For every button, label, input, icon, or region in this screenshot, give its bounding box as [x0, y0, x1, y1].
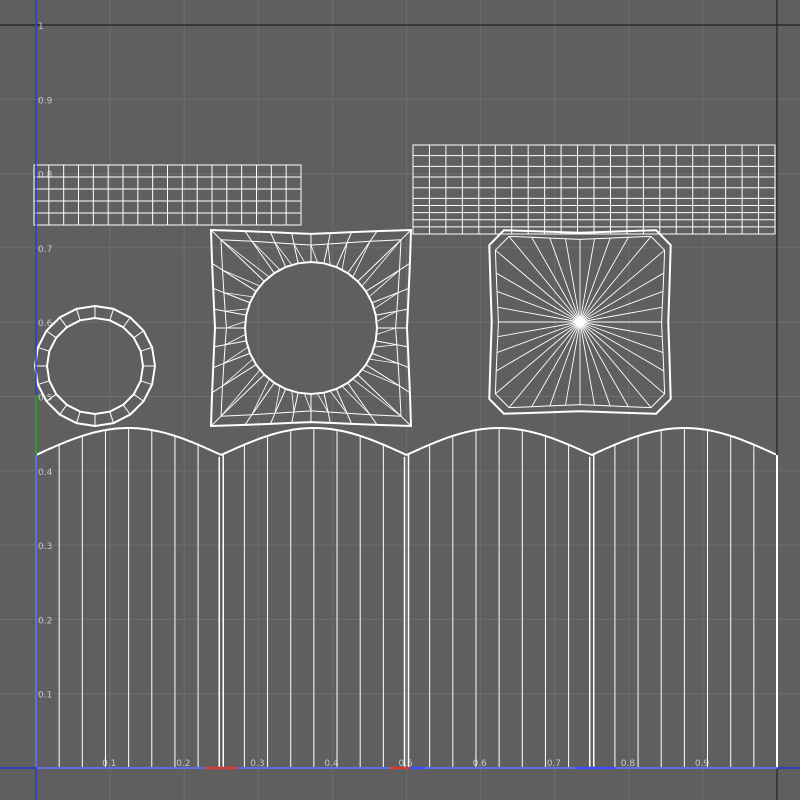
wire-edge	[212, 362, 225, 369]
wire-edge	[346, 231, 352, 243]
wire-edge	[274, 388, 287, 414]
uv-shell-grid-strip-large[interactable]	[412, 144, 776, 235]
wire-edge	[347, 382, 371, 416]
wire-edge	[365, 364, 400, 387]
uv-canvas[interactable]: 0.10.20.30.40.50.60.70.80.910.1 0.2 0.3 0.4…	[0, 0, 800, 800]
wire-edge	[211, 385, 223, 394]
uv-shells[interactable]	[33, 144, 778, 769]
wire-edge	[251, 382, 275, 416]
wire-edge	[399, 262, 411, 271]
wire-edge	[369, 230, 378, 242]
wire-edge	[211, 262, 223, 271]
wire-edge	[327, 411, 331, 424]
wire-edge	[347, 240, 371, 274]
wire-edge	[399, 385, 411, 394]
wire-edge	[75, 308, 81, 321]
wire-edge	[357, 374, 402, 417]
wire-edge	[122, 404, 131, 415]
wire-edge	[346, 413, 352, 425]
wire-edge	[368, 269, 400, 298]
wire-edge	[352, 378, 402, 417]
wire-edge	[327, 232, 331, 245]
ring-inner-edge	[45, 316, 144, 416]
uv-editor-viewport[interactable]: 0.1 0.2 0.3 0.4 0.5 0.6 0.7 0.8 0.9 1 0.1 0.2 0.3 0.4…	[0, 0, 800, 800]
ring-outer-edge	[33, 304, 156, 428]
v-tick-label: 1	[38, 22, 44, 32]
wire-edge	[37, 346, 50, 352]
wire-edge	[212, 287, 225, 294]
wire-edge	[222, 358, 254, 387]
hole-edge	[243, 260, 378, 396]
wire-edge	[374, 344, 397, 348]
wire-edge	[214, 308, 226, 312]
wire-edge	[220, 239, 270, 278]
wire-edge	[369, 414, 378, 426]
wire-edge	[37, 380, 50, 386]
wire-edge	[376, 327, 396, 335]
wire-edge	[291, 391, 295, 413]
uv-shell-radial-cap[interactable]	[488, 229, 672, 415]
wire-edge	[133, 393, 144, 402]
wire-edge	[140, 380, 153, 386]
wire-edge	[75, 411, 81, 424]
wire-edge	[225, 310, 247, 316]
wire-edge	[222, 364, 257, 387]
wire-edge	[274, 386, 281, 414]
wire-edge	[214, 344, 226, 348]
wire-edge	[357, 239, 402, 282]
v-tick-label: 0.7	[38, 245, 52, 255]
wire-edge	[133, 330, 144, 339]
wire-edge	[291, 411, 295, 424]
wire-edge	[397, 362, 410, 369]
wire-edge	[293, 392, 299, 413]
wire-edge	[397, 287, 410, 294]
v-tick-label: 0.3	[38, 542, 52, 552]
wire-edge	[291, 232, 295, 245]
wire-edge	[59, 404, 68, 415]
wire-edge	[46, 330, 57, 339]
wire-edge	[270, 231, 276, 243]
wire-edge	[323, 243, 329, 264]
wire-edge	[210, 415, 222, 427]
wire-edge	[140, 346, 153, 352]
wire-edge	[251, 240, 275, 274]
wire-edge	[327, 243, 331, 265]
wire-edge	[222, 269, 257, 292]
wire-edge	[335, 242, 348, 268]
v-tick-label: 0.8	[38, 171, 53, 181]
wire-edge	[375, 340, 397, 346]
wire-edge	[341, 242, 348, 270]
wire-edge	[244, 230, 253, 242]
uv-shell-square-with-hole[interactable]	[209, 228, 413, 428]
v-tick-label: 0.2	[38, 616, 52, 626]
wire-edge	[225, 308, 248, 312]
v-tick-label: 0.1	[38, 691, 52, 701]
wire-edge	[210, 229, 222, 241]
v-tick-label: 0.4	[38, 468, 53, 478]
wire-edge	[244, 414, 253, 426]
v-tick-label: 0.9	[38, 96, 53, 106]
wire-edge	[365, 269, 400, 292]
uv-shell-ring[interactable]	[33, 304, 156, 428]
wire-edge	[270, 413, 276, 425]
